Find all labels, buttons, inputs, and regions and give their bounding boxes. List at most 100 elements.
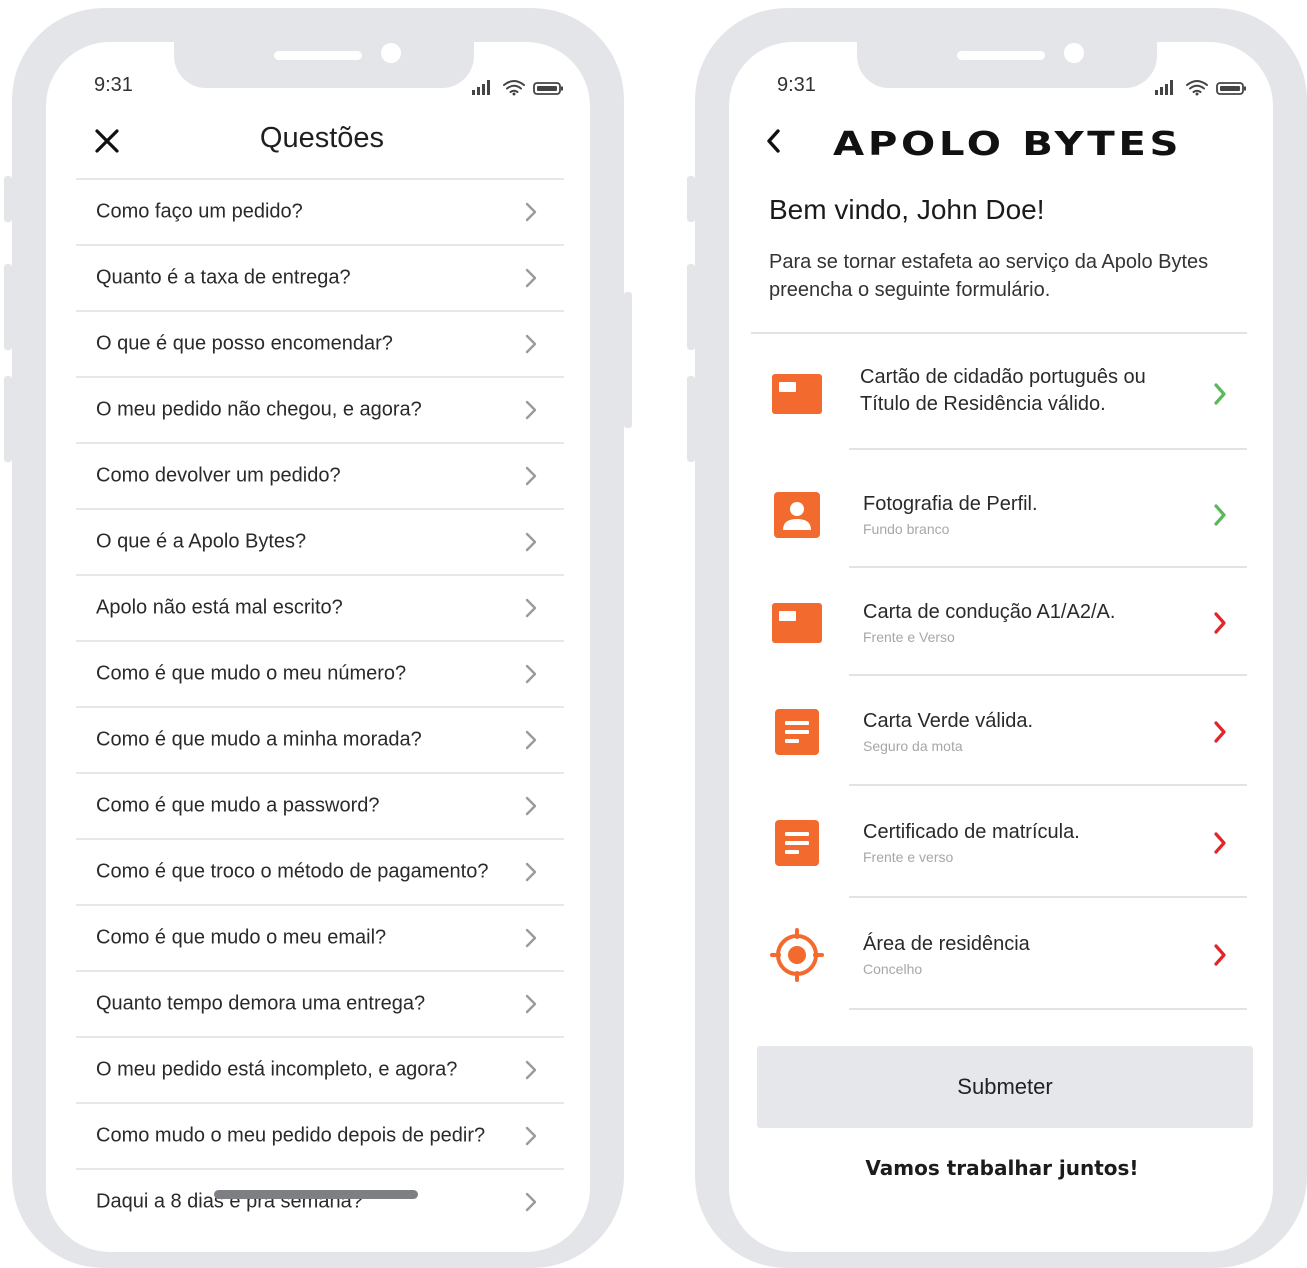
divider: [849, 1008, 1247, 1010]
faq-item[interactable]: O que é que posso encomendar?: [76, 310, 564, 376]
faq-item-label: Quanto é a taxa de entrega?: [96, 266, 351, 289]
faq-item-label: Como faço um pedido?: [96, 200, 303, 223]
requirement-subtitle: Seguro da mota: [863, 738, 963, 754]
requirement-title: Fotografia de Perfil.: [863, 493, 1038, 515]
faq-item[interactable]: Como mudo o meu pedido depois de pedir?: [76, 1102, 564, 1168]
chevron-right-icon: [525, 268, 537, 288]
brand-logo: APOLO BYTES: [833, 124, 1183, 163]
status-icons: [472, 80, 563, 96]
divider: [849, 896, 1247, 898]
requirement-item[interactable]: Certificado de matrícula. Frente e verso: [729, 788, 1273, 898]
requirement-item[interactable]: Carta Verde válida. Seguro da mota: [729, 678, 1273, 786]
chevron-right-icon: [1213, 503, 1227, 532]
id-card-icon: [772, 374, 822, 419]
status-icons: [1155, 80, 1246, 96]
faq-item-label: O meu pedido está incompleto, e agora?: [96, 1058, 458, 1081]
faq-list: Como faço um pedido? Quanto é a taxa de e…: [76, 178, 564, 1234]
location-target-icon: [770, 928, 824, 987]
volume-up-button: [687, 264, 695, 350]
requirement-subtitle: Frente e verso: [863, 849, 954, 865]
notch: [174, 42, 474, 88]
requirement-title: Carta de condução A1/A2/A.: [863, 601, 1116, 623]
faq-item-label: Como mudo o meu pedido depois de pedir?: [96, 1124, 486, 1147]
faq-item[interactable]: Como é que troco o método de pagamento?: [76, 838, 564, 904]
page-title: Questões: [259, 122, 385, 154]
faq-item-label: O que é que posso encomendar?: [96, 332, 393, 355]
wifi-icon: [503, 80, 525, 93]
document-icon: [775, 709, 819, 760]
requirement-item[interactable]: Carta de condução A1/A2/A. Frente e Verso: [729, 570, 1273, 676]
requirement-title: Cartão de cidadão português ou Título de…: [860, 366, 1146, 415]
profile-photo-icon: [774, 492, 820, 543]
power-button: [624, 292, 632, 428]
welcome-heading: Bem vindo, John Doe!: [769, 194, 1045, 225]
faq-item[interactable]: Como é que mudo a minha morada?: [76, 706, 564, 772]
faq-item[interactable]: Quanto é a taxa de entrega?: [76, 244, 564, 310]
chevron-right-icon: [525, 202, 537, 222]
divider: [849, 566, 1247, 568]
status-time: 9:31: [94, 74, 133, 96]
divider: [849, 448, 1247, 450]
faq-screen: 9:31 Questões Como faço um pedido? Quanto…: [46, 42, 590, 1252]
chevron-right-icon: [1213, 720, 1227, 749]
submit-button[interactable]: Submeter: [757, 1046, 1253, 1128]
faq-item-label: Como devolver um pedido?: [96, 464, 341, 487]
faq-item[interactable]: O que é a Apolo Bytes?: [76, 508, 564, 574]
requirement-title: Certificado de matrícula.: [863, 821, 1080, 843]
speaker: [957, 51, 1045, 60]
requirement-item[interactable]: Fotografia de Perfil. Fundo branco: [729, 462, 1273, 568]
faq-item-label: Como é que troco o método de pagamento?: [96, 860, 489, 883]
faq-item[interactable]: Apolo não está mal escrito?: [76, 574, 564, 640]
faq-item[interactable]: Como faço um pedido?: [76, 178, 564, 244]
camera: [381, 43, 401, 63]
faq-item[interactable]: Quanto tempo demora uma entrega?: [76, 970, 564, 1036]
chevron-right-icon: [1213, 382, 1227, 411]
chevron-right-icon: [1213, 611, 1227, 640]
faq-item[interactable]: Como é que mudo o meu email?: [76, 904, 564, 970]
volume-down-button: [4, 376, 12, 462]
intro-text: Para se tornar estafeta ao serviço da Ap…: [769, 251, 1209, 301]
chevron-right-icon: [525, 334, 537, 354]
faq-item-label: Como é que mudo a minha morada?: [96, 728, 422, 751]
faq-item[interactable]: Como é que mudo a password?: [76, 772, 564, 838]
chevron-right-icon: [1213, 831, 1227, 860]
chevron-right-icon: [525, 994, 537, 1014]
chevron-right-icon: [525, 664, 537, 684]
requirement-subtitle: Concelho: [863, 961, 923, 977]
divider: [849, 784, 1247, 786]
camera: [1064, 43, 1084, 63]
divider: [849, 674, 1247, 676]
chevron-right-icon: [1213, 943, 1227, 972]
chevron-right-icon: [525, 598, 537, 618]
faq-item[interactable]: Daqui a 8 dias é prá semana?: [76, 1168, 564, 1234]
faq-item[interactable]: O meu pedido está incompleto, e agora?: [76, 1036, 564, 1102]
courier-screen: 9:31 APOLO BYTES Bem vindo, John Doe! Pa…: [729, 42, 1273, 1252]
chevron-right-icon: [525, 466, 537, 486]
silent-switch: [4, 176, 12, 222]
faq-item-label: Como é que mudo a password?: [96, 794, 380, 817]
status-time: 9:31: [777, 74, 816, 96]
requirement-title: Área de residência: [863, 933, 1030, 955]
home-indicator: [214, 1190, 418, 1199]
requirement-item[interactable]: Área de residência Concelho: [729, 900, 1273, 1010]
chevron-right-icon: [525, 1126, 537, 1146]
faq-item[interactable]: O meu pedido não chegou, e agora?: [76, 376, 564, 442]
divider: [751, 332, 1247, 334]
faq-item[interactable]: Como é que mudo o meu número?: [76, 640, 564, 706]
requirement-item[interactable]: Cartão de cidadão português ou Título de…: [729, 338, 1273, 450]
silent-switch: [687, 176, 695, 222]
faq-item[interactable]: Como devolver um pedido?: [76, 442, 564, 508]
speaker: [274, 51, 362, 60]
faq-item-label: Como é que mudo o meu email?: [96, 926, 387, 949]
volume-down-button: [687, 376, 695, 462]
faq-phone-frame: 9:31 Questões Como faço um pedido? Quanto…: [4, 8, 632, 1268]
chevron-right-icon: [525, 730, 537, 750]
requirement-title: Carta Verde válida.: [863, 710, 1034, 732]
battery-icon: [533, 82, 563, 95]
faq-item-label: Apolo não está mal escrito?: [96, 596, 343, 619]
footer-tagline: Vamos trabalhar juntos!: [865, 1156, 1139, 1180]
battery-icon: [1216, 82, 1246, 95]
courier-phone-frame: 9:31 APOLO BYTES Bem vindo, John Doe! Pa…: [687, 8, 1307, 1268]
back-chevron-icon[interactable]: [765, 128, 781, 154]
notch: [857, 42, 1157, 88]
